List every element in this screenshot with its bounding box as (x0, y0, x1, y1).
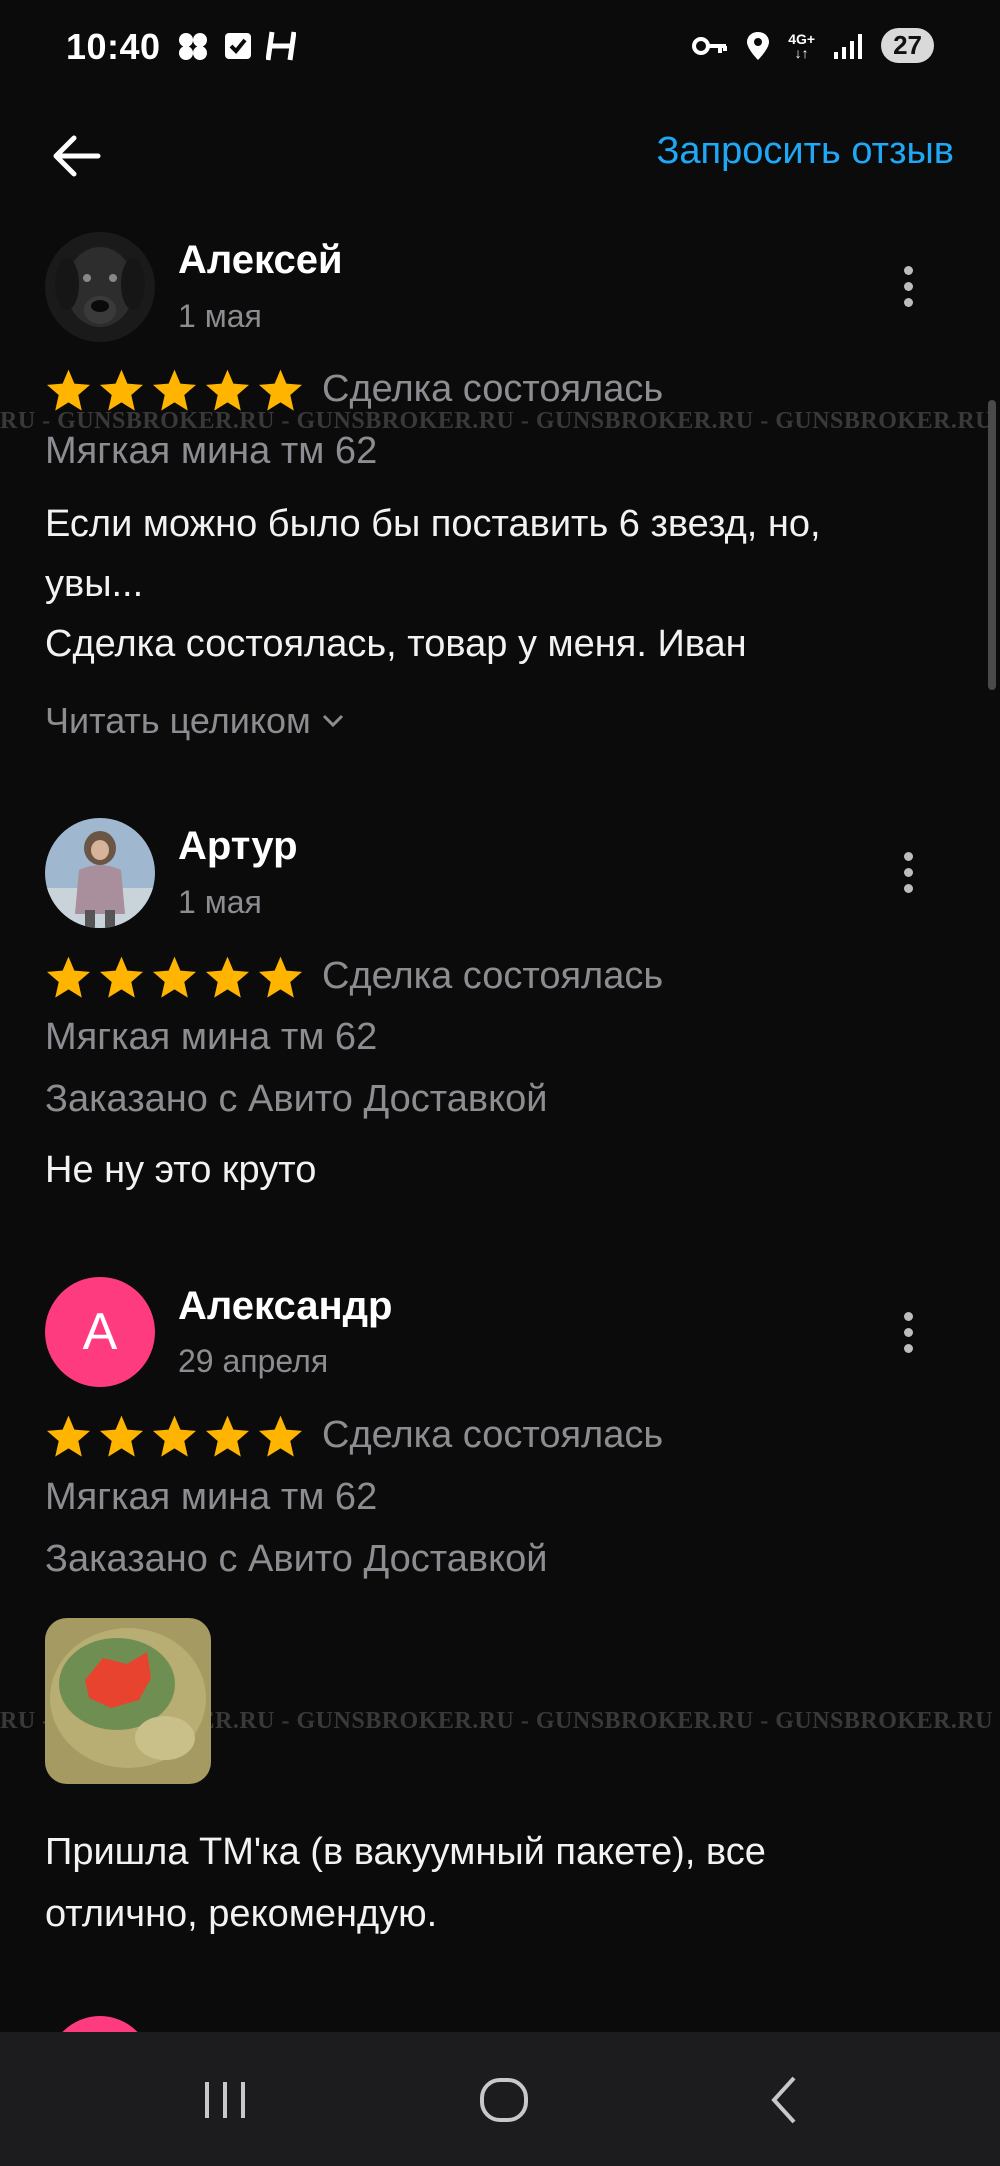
review-text-line: Если можно было бы поставить 6 звезд, но… (45, 503, 821, 545)
battery-indicator: 27 (881, 28, 934, 63)
back-nav-icon[interactable] (756, 2072, 816, 2128)
check-box-icon (225, 33, 251, 59)
signal-icon (834, 33, 863, 59)
star-icon (46, 369, 91, 411)
chevron-down-icon (322, 714, 343, 728)
star-icon (99, 1415, 144, 1457)
h-app-icon (266, 31, 296, 61)
notification-icons (176, 30, 296, 62)
reviewer-name: Александр (178, 1284, 393, 1328)
review-date: 29 апреля (178, 1343, 329, 1379)
review-text-line: увы... (45, 563, 144, 605)
review-text-line: отлично, рекомендую. (45, 1893, 438, 1935)
avatar[interactable]: А (45, 1277, 155, 1387)
star-icon (258, 1415, 303, 1457)
star-icon (258, 956, 303, 998)
scrollbar[interactable] (988, 400, 996, 690)
more-options-icon[interactable] (896, 1312, 920, 1362)
review-date: 1 мая (178, 298, 262, 334)
status-bar: 10:40 4G+ ↓↑ 27 (0, 0, 1000, 100)
delivery-note: Заказано с Авито Доставкой (45, 1538, 548, 1580)
star-icon (99, 369, 144, 411)
star-icon (46, 1415, 91, 1457)
read-more-link[interactable]: Читать целиком (45, 700, 345, 742)
review-text-line: Сделка состоялась, товар у меня. Иван (45, 623, 747, 665)
recent-apps-icon[interactable] (195, 2072, 255, 2128)
person-avatar-image (45, 818, 155, 928)
review-text-line: Не ну это круто (45, 1149, 317, 1191)
location-icon (747, 31, 770, 60)
review-text-line: Пришла ТМ'ка (в вакуумный пакете), все (45, 1831, 766, 1873)
home-icon[interactable] (474, 2072, 534, 2128)
app-cluster-icon (179, 33, 207, 60)
item-title[interactable]: Мягкая мина тм 62 (45, 430, 377, 473)
more-options-icon[interactable] (896, 266, 920, 316)
avatar[interactable] (45, 232, 155, 342)
read-more-label: Читать целиком (45, 700, 311, 741)
system-navigation-bar (0, 2032, 1000, 2166)
star-icon (205, 956, 250, 998)
rating-stars (45, 955, 304, 1000)
more-options-icon[interactable] (896, 852, 920, 902)
star-icon (205, 1415, 250, 1457)
item-title[interactable]: Мягкая мина тм 62 (45, 1016, 377, 1059)
star-icon (152, 1415, 197, 1457)
review-photo-thumbnail[interactable] (45, 1618, 211, 1784)
star-icon (46, 956, 91, 998)
review-date: 1 мая (178, 884, 262, 920)
deal-status: Сделка состоялась (322, 1414, 664, 1456)
dog-avatar-image (45, 232, 155, 342)
network-type: 4G+ ↓↑ (788, 32, 815, 60)
avatar[interactable] (45, 818, 155, 928)
mine-photo-image (45, 1618, 211, 1784)
system-icons: 4G+ ↓↑ 27 (692, 28, 934, 63)
key-icon (692, 36, 728, 55)
deal-status: Сделка состоялась (322, 368, 664, 410)
request-review-button[interactable]: Запросить отзыв (656, 130, 954, 173)
arrow-left-icon[interactable] (48, 128, 104, 184)
star-icon (258, 369, 303, 411)
deal-status: Сделка состоялась (322, 955, 664, 997)
rating-stars (45, 1414, 304, 1459)
reviewer-name: Артур (178, 824, 298, 868)
reviewer-name: Алексей (178, 238, 343, 282)
top-app-bar: Запросить отзыв (0, 110, 1000, 200)
delivery-note: Заказано с Авито Доставкой (45, 1078, 548, 1120)
data-arrows-icon: ↓↑ (794, 44, 809, 61)
star-icon (99, 956, 144, 998)
item-title[interactable]: Мягкая мина тм 62 (45, 1476, 377, 1519)
status-time: 10:40 (66, 26, 161, 67)
avatar-letter: А (82, 1303, 118, 1361)
star-icon (152, 956, 197, 998)
star-icon (205, 369, 250, 411)
rating-stars (45, 368, 304, 413)
star-icon (152, 369, 197, 411)
